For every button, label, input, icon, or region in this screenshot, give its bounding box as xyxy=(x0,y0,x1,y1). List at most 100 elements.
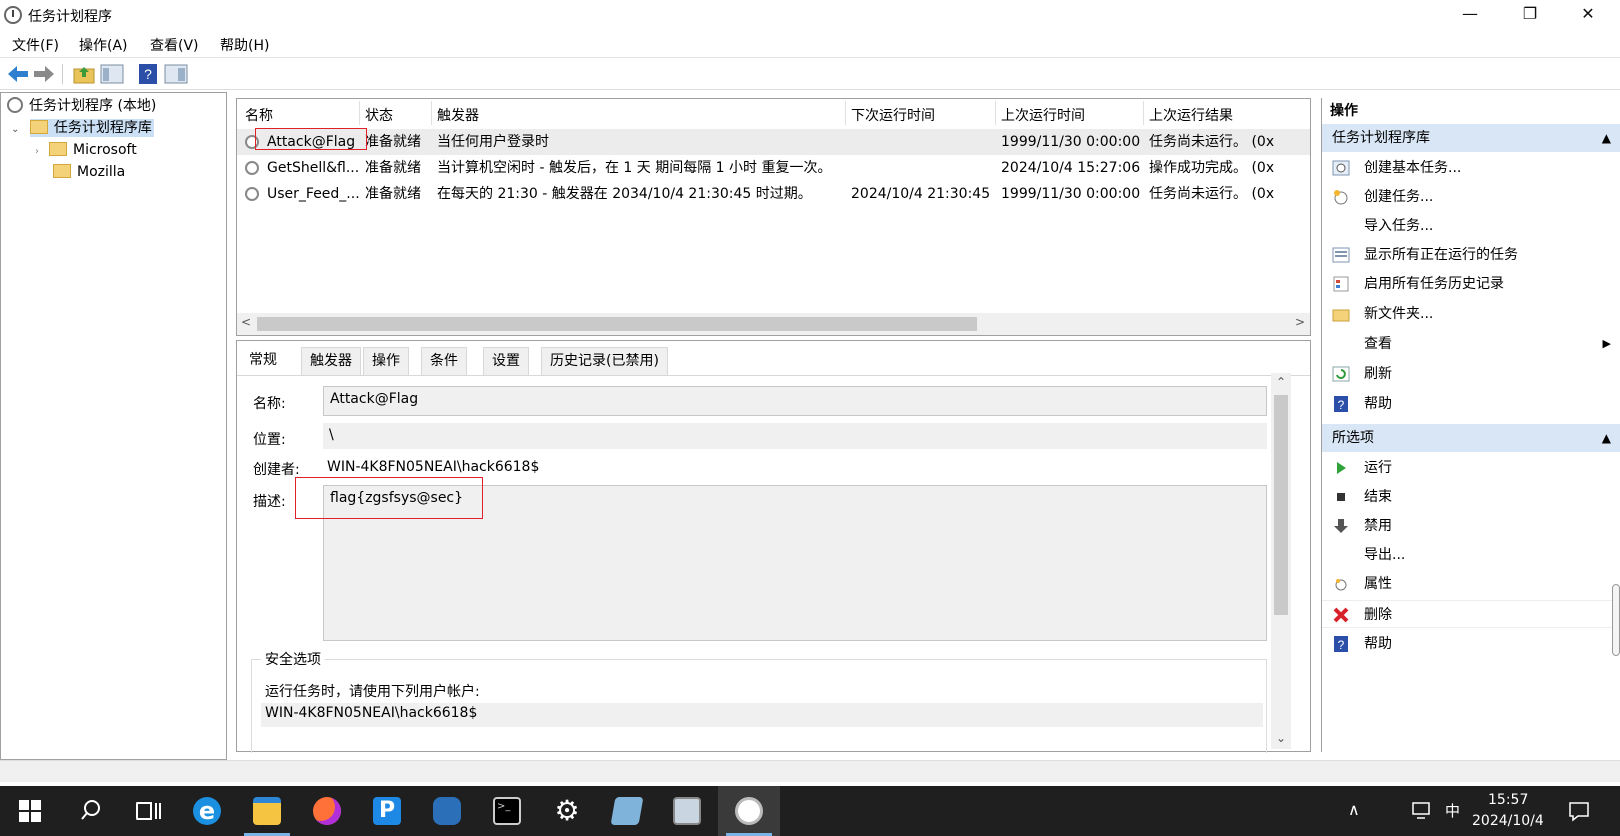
taskbar-network-monitor[interactable] xyxy=(656,786,718,836)
tab-actions[interactable]: 操作 xyxy=(363,347,409,375)
tab-general[interactable]: 常规 xyxy=(241,347,285,375)
tab-triggers[interactable]: 触发器 xyxy=(301,347,361,375)
refresh-icon xyxy=(1332,366,1350,382)
maximize-button[interactable]: ❐ xyxy=(1502,0,1558,30)
scroll-thumb[interactable] xyxy=(1274,395,1288,615)
action-help[interactable]: ? 帮助 xyxy=(1322,390,1620,418)
tree-item-microsoft[interactable]: › Microsoft xyxy=(35,139,137,161)
show-hide-action-pane-icon[interactable] xyxy=(164,63,188,85)
scroll-right-button[interactable]: > xyxy=(1295,315,1305,329)
actions-section-library[interactable]: 任务计划程序库 ▲ xyxy=(1322,124,1620,152)
table-row[interactable]: Attack@Flag 准备就绪 当任何用户登录时 1999/11/30 0:0… xyxy=(237,129,1310,155)
action-enable-history[interactable]: 启用所有任务历史记录 xyxy=(1322,270,1620,298)
location-field[interactable]: \ xyxy=(323,423,1267,449)
task-view-button[interactable] xyxy=(118,786,180,836)
help-icon[interactable]: ? xyxy=(136,63,160,85)
clock-time[interactable]: 15:57 xyxy=(1488,792,1528,808)
action-export[interactable]: 导出... xyxy=(1322,541,1620,569)
taskbar-notepad[interactable] xyxy=(596,786,658,836)
menu-view[interactable]: 查看(V) xyxy=(150,35,199,55)
run-icon xyxy=(1337,462,1346,474)
author-label: 创建者: xyxy=(253,462,300,478)
action-view[interactable]: 查看 ▶ xyxy=(1322,330,1620,358)
forward-arrow-icon[interactable] xyxy=(32,63,56,85)
chevron-up-icon[interactable]: ▲ xyxy=(1602,424,1611,452)
pane-resize-handle[interactable] xyxy=(1612,584,1620,656)
table-row[interactable]: User_Feed_... 准备就绪 在每天的 21:30 - 触发器在 203… xyxy=(237,181,1310,207)
start-button[interactable] xyxy=(0,786,62,836)
menu-bar: 文件(F) 操作(A) 查看(V) 帮助(H) xyxy=(0,30,1620,58)
tab-history[interactable]: 历史记录(已禁用) xyxy=(541,347,668,375)
tray-overflow-chevron[interactable]: ∧ xyxy=(1348,800,1360,819)
taskbar-p-app[interactable]: P xyxy=(356,786,418,836)
action-import-task[interactable]: 导入任务... xyxy=(1322,212,1620,240)
p-app-icon: P xyxy=(373,797,401,825)
menu-help[interactable]: 帮助(H) xyxy=(220,35,269,55)
tree-root[interactable]: 任务计划程序 (本地) xyxy=(7,95,156,117)
tree-item-mozilla[interactable]: Mozilla xyxy=(53,161,125,183)
ime-indicator[interactable]: 中 xyxy=(1445,800,1460,821)
task-last-run: 2024/10/4 15:27:06 xyxy=(1001,160,1141,176)
svg-text:?: ? xyxy=(1338,638,1345,652)
folder-up-icon[interactable] xyxy=(72,63,96,85)
action-disable[interactable]: 禁用 xyxy=(1322,512,1620,540)
action-delete[interactable]: 删除 xyxy=(1322,600,1620,628)
column-header-next-run[interactable]: 下次运行时间 xyxy=(851,105,935,125)
action-refresh[interactable]: 刷新 xyxy=(1322,360,1620,388)
action-new-folder[interactable]: 新文件夹... xyxy=(1322,300,1620,328)
toolbar-separator xyxy=(62,64,63,84)
column-header-status[interactable]: 状态 xyxy=(365,105,393,125)
menu-action[interactable]: 操作(A) xyxy=(79,35,128,55)
network-icon[interactable] xyxy=(1410,802,1432,820)
action-run[interactable]: 运行 xyxy=(1322,454,1620,482)
description-label: 描述: xyxy=(253,494,286,510)
close-button[interactable]: ✕ xyxy=(1560,0,1616,30)
column-header-last-result[interactable]: 上次运行结果 xyxy=(1149,105,1233,125)
clock-date[interactable]: 2024/10/4 xyxy=(1472,813,1544,829)
section-label: 所选项 xyxy=(1332,430,1374,446)
tree-item-label: Mozilla xyxy=(77,164,126,180)
action-properties[interactable]: 属性 xyxy=(1322,570,1620,598)
taskbar-internet-explorer[interactable]: e xyxy=(176,786,238,836)
show-hide-console-tree-icon[interactable] xyxy=(100,63,124,85)
taskbar-network-app[interactable] xyxy=(416,786,478,836)
actions-section-selected-item[interactable]: 所选项 ▲ xyxy=(1322,424,1620,452)
properties-icon xyxy=(1335,579,1347,591)
chevron-up-icon[interactable]: ▲ xyxy=(1602,124,1611,152)
action-end[interactable]: 结束 xyxy=(1322,483,1620,511)
tab-conditions[interactable]: 条件 xyxy=(421,347,467,375)
taskbar-task-scheduler[interactable] xyxy=(718,786,780,836)
name-field[interactable]: Attack@Flag xyxy=(323,386,1267,416)
taskbar-settings[interactable]: ⚙ xyxy=(536,786,598,836)
back-arrow-icon[interactable] xyxy=(6,63,30,85)
column-header-name[interactable]: 名称 xyxy=(245,105,273,125)
scroll-left-button[interactable]: < xyxy=(241,315,251,329)
column-header-trigger[interactable]: 触发器 xyxy=(437,105,479,125)
tab-settings[interactable]: 设置 xyxy=(483,347,529,375)
action-label: 属性 xyxy=(1364,576,1392,592)
table-row[interactable]: GetShell&fl... 准备就绪 当计算机空闲时 - 触发后，在 1 天 … xyxy=(237,155,1310,181)
task-status: 准备就绪 xyxy=(365,134,421,150)
network-app-icon xyxy=(433,797,461,825)
scroll-up-button[interactable]: ⌃ xyxy=(1276,375,1286,389)
action-create-basic-task[interactable]: 创建基本任务... xyxy=(1322,154,1620,182)
scroll-down-button[interactable]: ⌄ xyxy=(1276,731,1286,745)
taskbar-file-explorer[interactable] xyxy=(236,786,298,836)
tree-library[interactable]: ⌄ 任务计划程序库 xyxy=(11,117,166,139)
vertical-scrollbar[interactable]: ⌃ ⌄ xyxy=(1271,373,1291,749)
chevron-right-icon[interactable]: › xyxy=(35,146,39,157)
running-tasks-icon xyxy=(1332,247,1350,263)
action-display-running-tasks[interactable]: 显示所有正在运行的任务 xyxy=(1322,241,1620,269)
notification-icon[interactable] xyxy=(1568,800,1590,822)
action-create-task[interactable]: 创建任务... xyxy=(1322,183,1620,211)
horizontal-scrollbar[interactable]: < > xyxy=(237,313,1310,335)
column-header-last-run[interactable]: 上次运行时间 xyxy=(1001,105,1085,125)
minimize-button[interactable]: — xyxy=(1442,0,1498,30)
action-help-selected[interactable]: ? 帮助 xyxy=(1322,630,1620,658)
scroll-thumb[interactable] xyxy=(257,317,977,331)
taskbar-firefox[interactable] xyxy=(296,786,358,836)
taskbar-cmd[interactable]: >_ xyxy=(476,786,538,836)
menu-file[interactable]: 文件(F) xyxy=(12,35,59,55)
task-last-run: 1999/11/30 0:00:00 xyxy=(1001,134,1141,150)
search-button[interactable] xyxy=(58,786,120,836)
